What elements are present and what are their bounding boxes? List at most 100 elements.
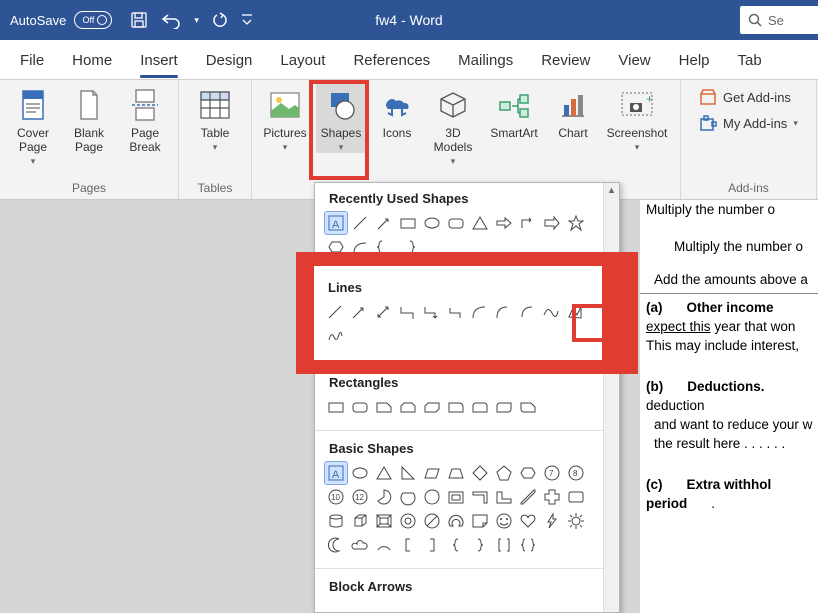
pictures-button[interactable]: Pictures ▾ <box>260 84 310 153</box>
shape-no-symbol[interactable] <box>421 510 443 532</box>
tab-home[interactable]: Home <box>58 44 126 79</box>
dropdown-scrollbar[interactable]: ▲ <box>603 183 619 612</box>
shape-teardrop[interactable] <box>421 486 443 508</box>
smartart-button[interactable]: SmartArt <box>484 84 544 140</box>
document-page[interactable]: Multiply the number o Multiply the numbe… <box>640 200 818 613</box>
shape-diagonal-stripe[interactable] <box>517 486 539 508</box>
shape-folded-corner[interactable] <box>469 510 491 532</box>
shape-bracket-right[interactable] <box>421 534 443 556</box>
shape-pentagon[interactable] <box>493 462 515 484</box>
shape-cloud[interactable] <box>349 534 371 556</box>
qat-more-icon[interactable] <box>241 13 253 27</box>
shape-rounded-rect[interactable] <box>445 212 467 234</box>
shape-curve-double-arrow[interactable] <box>517 302 539 324</box>
shape-brace-right[interactable] <box>397 236 419 258</box>
shape-moon[interactable] <box>325 534 347 556</box>
shape-elbow-arrow[interactable] <box>517 212 539 234</box>
table-button[interactable]: Table ▾ <box>187 84 243 153</box>
shape-parallelogram[interactable] <box>421 462 443 484</box>
shape-right-triangle[interactable] <box>397 462 419 484</box>
tab-table[interactable]: Tab <box>724 44 776 79</box>
shape-smiley[interactable] <box>493 510 515 532</box>
undo-caret-icon[interactable]: ▾ <box>194 15 199 26</box>
shape-rectangle[interactable] <box>397 212 419 234</box>
shape-line-arrow[interactable] <box>349 302 371 324</box>
shape-connector[interactable] <box>349 236 371 258</box>
shape-can[interactable] <box>325 510 347 532</box>
shape-arrow-right[interactable] <box>493 212 515 234</box>
tab-help[interactable]: Help <box>665 44 724 79</box>
shape-diamond[interactable] <box>469 462 491 484</box>
tab-mailings[interactable]: Mailings <box>444 44 527 79</box>
shape-sun[interactable] <box>565 510 587 532</box>
get-addins-button[interactable]: Get Add-ins <box>699 88 798 106</box>
undo-icon[interactable] <box>160 11 182 29</box>
shape-dodecagon[interactable]: 12 <box>349 486 371 508</box>
tab-layout[interactable]: Layout <box>266 44 339 79</box>
shape-bevel[interactable] <box>373 510 395 532</box>
tab-review[interactable]: Review <box>527 44 604 79</box>
shape-round-same[interactable] <box>469 396 491 418</box>
shape-round-diag[interactable] <box>493 396 515 418</box>
shape-line[interactable] <box>349 212 371 234</box>
shape-star[interactable] <box>565 212 587 234</box>
shape-plaque[interactable] <box>565 486 587 508</box>
shape-double-bracket[interactable] <box>493 534 515 556</box>
shape-curve-connector[interactable] <box>469 302 491 324</box>
shape-triangle[interactable] <box>373 462 395 484</box>
scroll-up-icon[interactable]: ▲ <box>607 183 616 197</box>
save-icon[interactable] <box>130 11 148 29</box>
shape-freeform[interactable] <box>565 302 587 324</box>
shape-brace-left[interactable] <box>445 534 467 556</box>
shape-elbow-arrow-connector[interactable] <box>421 302 443 324</box>
icons-button[interactable]: Icons <box>372 84 422 140</box>
tab-file[interactable]: File <box>6 44 58 79</box>
shape-line-arrow[interactable] <box>373 212 395 234</box>
shape-curve[interactable] <box>541 302 563 324</box>
shape-double-brace[interactable] <box>517 534 539 556</box>
shape-octagon[interactable]: 8 <box>565 462 587 484</box>
shape-hexagon[interactable] <box>325 236 347 258</box>
cover-page-button[interactable]: Cover Page ▾ <box>8 84 58 167</box>
autosave-toggle[interactable]: AutoSave Off <box>10 11 112 29</box>
shape-snip-single[interactable] <box>373 396 395 418</box>
shape-decagon[interactable]: 10 <box>325 486 347 508</box>
shape-triangle[interactable] <box>469 212 491 234</box>
shape-bracket-left[interactable] <box>397 534 419 556</box>
my-addins-button[interactable]: My Add-ins ▾ <box>699 114 798 132</box>
shape-chord[interactable] <box>397 486 419 508</box>
shape-donut[interactable] <box>397 510 419 532</box>
shape-hexagon[interactable] <box>517 462 539 484</box>
shape-half-frame[interactable] <box>469 486 491 508</box>
shape-rounded-rect[interactable] <box>349 396 371 418</box>
shape-snip-same[interactable] <box>397 396 419 418</box>
shape-line[interactable] <box>325 302 347 324</box>
shape-curve-arrow-connector[interactable] <box>493 302 515 324</box>
redo-icon[interactable] <box>211 11 229 29</box>
shape-oval[interactable] <box>349 462 371 484</box>
shape-elbow-double-arrow[interactable] <box>445 302 467 324</box>
shape-heptagon[interactable]: 7 <box>541 462 563 484</box>
page-break-button[interactable]: Page Break <box>120 84 170 154</box>
toggle-switch[interactable]: Off <box>74 11 112 29</box>
shapes-button[interactable]: Shapes ▾ <box>316 84 366 153</box>
shape-round-single[interactable] <box>445 396 467 418</box>
shape-cube[interactable] <box>349 510 371 532</box>
shape-brace-right[interactable] <box>469 534 491 556</box>
shape-heart[interactable] <box>517 510 539 532</box>
search-box[interactable]: Se <box>740 6 818 34</box>
shape-rect[interactable] <box>325 396 347 418</box>
tab-view[interactable]: View <box>604 44 664 79</box>
shape-l-shape[interactable] <box>493 486 515 508</box>
screenshot-button[interactable]: + Screenshot ▾ <box>602 84 672 153</box>
blank-page-button[interactable]: Blank Page <box>64 84 114 154</box>
chart-button[interactable]: Chart <box>550 84 596 140</box>
tab-design[interactable]: Design <box>192 44 267 79</box>
shape-arc[interactable] <box>373 534 395 556</box>
shape-snip-round[interactable] <box>517 396 539 418</box>
shape-block-arc[interactable] <box>445 510 467 532</box>
shape-lightning[interactable] <box>541 510 563 532</box>
shape-block-arrow[interactable] <box>541 212 563 234</box>
shape-oval[interactable] <box>421 212 443 234</box>
shape-textbox[interactable]: A <box>325 212 347 234</box>
